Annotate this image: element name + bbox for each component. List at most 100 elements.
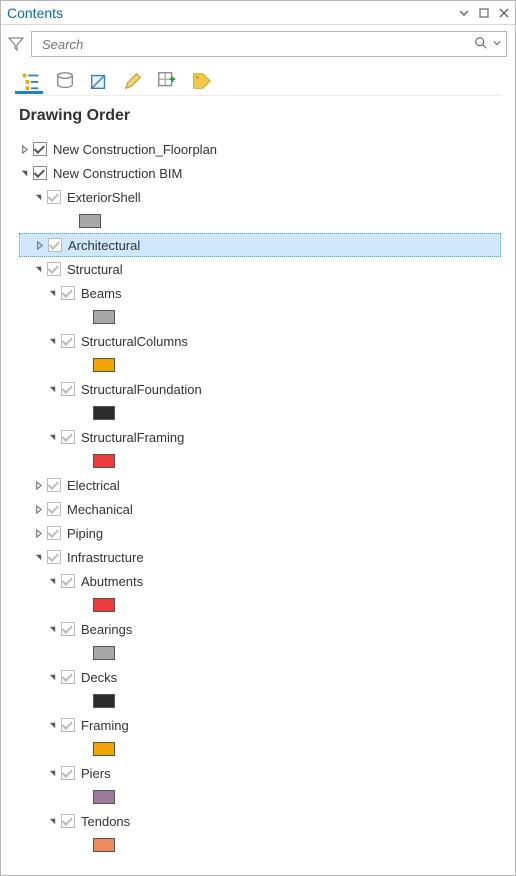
tree-node-frame[interactable]: StructuralFraming	[19, 425, 511, 449]
color-swatch[interactable]	[93, 310, 115, 324]
color-swatch[interactable]	[93, 790, 115, 804]
visibility-checkbox[interactable]	[47, 526, 61, 540]
tree-node-beams[interactable]: Beams	[19, 281, 511, 305]
search-dropdown-icon[interactable]	[492, 39, 502, 50]
tree-node-abut[interactable]: Abutments	[19, 569, 511, 593]
symbology-swatch[interactable]	[19, 785, 511, 809]
collapse-icon[interactable]	[47, 336, 57, 346]
color-swatch[interactable]	[93, 646, 115, 660]
color-swatch[interactable]	[93, 454, 115, 468]
collapse-icon[interactable]	[47, 384, 57, 394]
collapse-icon[interactable]	[47, 288, 57, 298]
color-swatch[interactable]	[93, 358, 115, 372]
visibility-checkbox[interactable]	[47, 550, 61, 564]
layer-label[interactable]: Tendons	[79, 814, 130, 829]
layer-label[interactable]: Infrastructure	[65, 550, 144, 565]
collapse-icon[interactable]	[33, 264, 43, 274]
list-by-editing-icon[interactable]	[121, 69, 145, 93]
visibility-checkbox[interactable]	[61, 766, 75, 780]
color-swatch[interactable]	[79, 214, 101, 228]
symbology-swatch[interactable]	[19, 689, 511, 713]
symbology-swatch[interactable]	[19, 449, 511, 473]
tree-node-mech[interactable]: Mechanical	[19, 497, 511, 521]
layer-label[interactable]: Mechanical	[65, 502, 133, 517]
layer-label[interactable]: New Construction BIM	[51, 166, 182, 181]
dropdown-icon[interactable]	[457, 6, 471, 20]
color-swatch[interactable]	[93, 598, 115, 612]
layer-label[interactable]: Piers	[79, 766, 111, 781]
collapse-icon[interactable]	[47, 768, 57, 778]
tree-node-found[interactable]: StructuralFoundation	[19, 377, 511, 401]
layer-label[interactable]: Piping	[65, 526, 103, 541]
visibility-checkbox[interactable]	[61, 814, 75, 828]
collapse-icon[interactable]	[47, 672, 57, 682]
collapse-icon[interactable]	[47, 624, 57, 634]
tree-node-floorplan[interactable]: New Construction_Floorplan	[19, 137, 511, 161]
color-swatch[interactable]	[93, 406, 115, 420]
search-box[interactable]	[31, 31, 507, 57]
layer-label[interactable]: StructuralColumns	[79, 334, 188, 349]
visibility-checkbox[interactable]	[61, 622, 75, 636]
color-swatch[interactable]	[93, 694, 115, 708]
layer-label[interactable]: StructuralFraming	[79, 430, 184, 445]
collapse-icon[interactable]	[19, 168, 29, 178]
visibility-checkbox[interactable]	[48, 238, 62, 252]
visibility-checkbox[interactable]	[47, 502, 61, 516]
tree-node-cols[interactable]: StructuralColumns	[19, 329, 511, 353]
layer-label[interactable]: Bearings	[79, 622, 132, 637]
symbology-swatch[interactable]	[19, 353, 511, 377]
expand-icon[interactable]	[33, 504, 43, 514]
visibility-checkbox[interactable]	[61, 382, 75, 396]
layer-label[interactable]: StructuralFoundation	[79, 382, 202, 397]
symbology-swatch[interactable]	[19, 737, 511, 761]
filter-icon[interactable]	[7, 35, 25, 53]
layer-label[interactable]: Framing	[79, 718, 129, 733]
tree-node-struct[interactable]: Structural	[19, 257, 511, 281]
layer-label[interactable]: Beams	[79, 286, 121, 301]
search-input[interactable]	[40, 36, 474, 53]
symbology-swatch[interactable]	[19, 209, 511, 233]
layer-label[interactable]: Electrical	[65, 478, 120, 493]
visibility-checkbox[interactable]	[47, 262, 61, 276]
tree-node-bim[interactable]: New Construction BIM	[19, 161, 511, 185]
tree-node-elec[interactable]: Electrical	[19, 473, 511, 497]
collapse-icon[interactable]	[47, 432, 57, 442]
collapse-icon[interactable]	[47, 720, 57, 730]
tree-node-decks[interactable]: Decks	[19, 665, 511, 689]
tree-node-arch[interactable]: Architectural	[19, 233, 501, 257]
layer-label[interactable]: Structural	[65, 262, 123, 277]
layer-label[interactable]: ExteriorShell	[65, 190, 141, 205]
color-swatch[interactable]	[93, 838, 115, 852]
layer-label[interactable]: Decks	[79, 670, 117, 685]
symbology-swatch[interactable]	[19, 833, 511, 857]
collapse-icon[interactable]	[47, 816, 57, 826]
tree-node-infra[interactable]: Infrastructure	[19, 545, 511, 569]
visibility-checkbox[interactable]	[47, 478, 61, 492]
list-by-drawing-order-icon[interactable]	[19, 69, 43, 93]
expand-icon[interactable]	[33, 528, 43, 538]
visibility-checkbox[interactable]	[61, 430, 75, 444]
color-swatch[interactable]	[93, 742, 115, 756]
layer-label[interactable]: Abutments	[79, 574, 143, 589]
collapse-icon[interactable]	[47, 576, 57, 586]
collapse-icon[interactable]	[33, 192, 43, 202]
expand-icon[interactable]	[33, 480, 43, 490]
tree-node-piers[interactable]: Piers	[19, 761, 511, 785]
visibility-checkbox[interactable]	[61, 334, 75, 348]
tree-node-pipe[interactable]: Piping	[19, 521, 511, 545]
tree-scroll[interactable]: New Construction_Floorplan New Constructi…	[5, 133, 511, 871]
expand-icon[interactable]	[34, 240, 44, 250]
list-by-selection-icon[interactable]	[87, 69, 111, 93]
collapse-icon[interactable]	[33, 552, 43, 562]
layer-label[interactable]: New Construction_Floorplan	[51, 142, 217, 157]
symbology-swatch[interactable]	[19, 401, 511, 425]
symbology-swatch[interactable]	[19, 305, 511, 329]
list-by-snapping-icon[interactable]	[155, 69, 179, 93]
symbology-swatch[interactable]	[19, 593, 511, 617]
visibility-checkbox[interactable]	[47, 190, 61, 204]
tree-node-bear[interactable]: Bearings	[19, 617, 511, 641]
symbology-swatch[interactable]	[19, 641, 511, 665]
tree-node-extsh[interactable]: ExteriorShell	[19, 185, 511, 209]
search-icon[interactable]	[474, 36, 490, 52]
close-icon[interactable]	[497, 6, 511, 20]
